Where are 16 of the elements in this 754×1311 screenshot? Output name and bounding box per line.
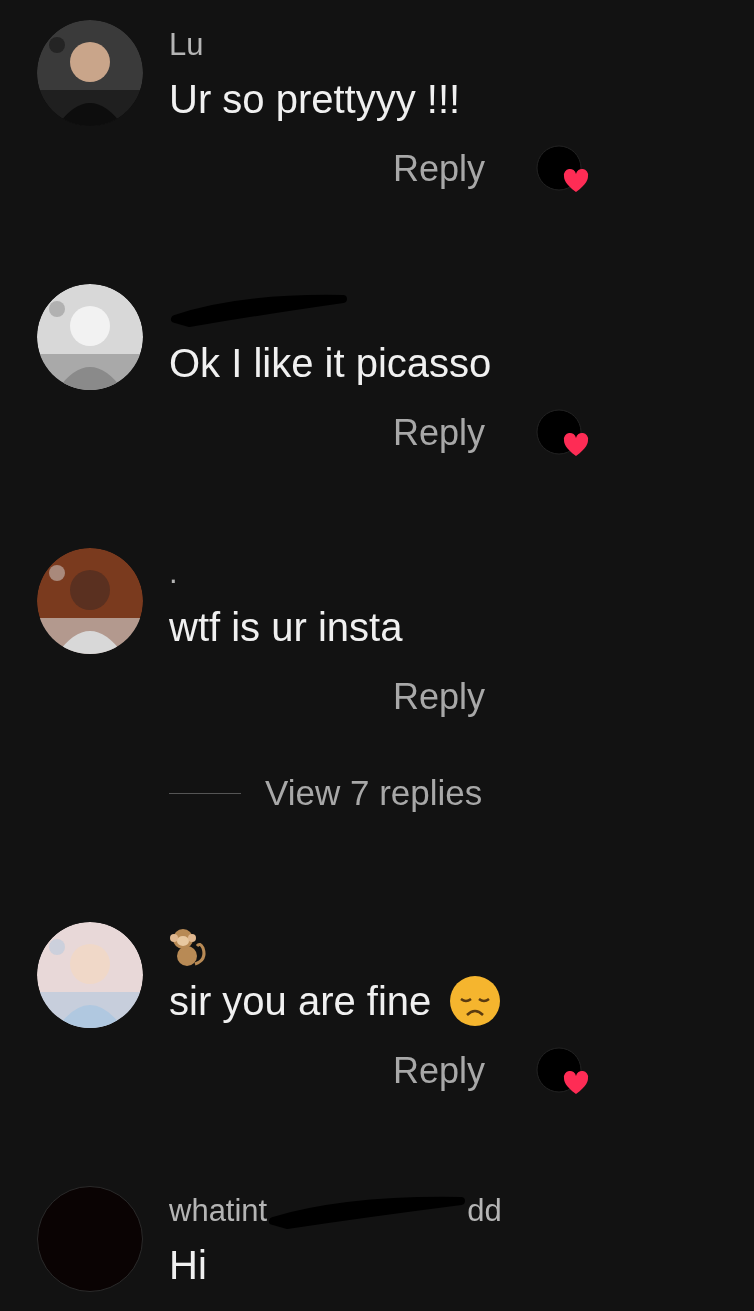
reply-link[interactable]: Reply [393,670,486,724]
comment-text: sir you are fine [169,978,432,1025]
reply-link[interactable]: Reply [393,406,486,460]
view-replies-link[interactable]: View 7 replies [265,766,483,820]
username[interactable]: whatint [169,1187,268,1235]
comment-text: Ok I like it picasso [169,340,492,387]
reply-link[interactable]: Reply [393,1044,486,1098]
comment-text: Hi [169,1242,207,1289]
monkey-icon [169,926,209,968]
username[interactable]: . [169,551,178,595]
username[interactable]: Lu [169,23,204,67]
comment-text: wtf is ur insta [169,604,403,651]
reply-link[interactable]: Reply [393,142,486,196]
sad-face-icon [449,975,502,1027]
comment-text: Ur so prettyyy !!! [169,76,461,123]
username[interactable]: dd [467,1187,502,1235]
